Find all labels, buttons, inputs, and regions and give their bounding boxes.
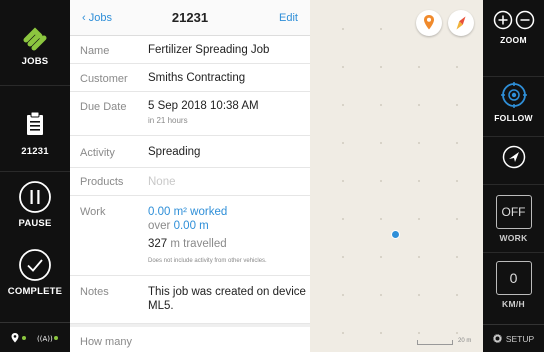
work-label: Work [80, 206, 106, 218]
zoom-in-icon[interactable] [493, 10, 513, 30]
work-over-prefix: over [148, 220, 174, 232]
activity-value: Spreading [148, 146, 201, 158]
products-row: Products None [70, 168, 310, 196]
gps-pin-icon [11, 332, 26, 342]
follow-button[interactable]: FOLLOW [483, 76, 544, 132]
map-view[interactable]: 20 m [310, 0, 483, 352]
activity-label: Activity [80, 147, 115, 159]
activity-row: Activity Spreading [70, 136, 310, 168]
scale-label: 20 m [458, 338, 472, 344]
work-travel-value: 327 [148, 238, 168, 250]
svg-text:((A)): ((A)) [37, 335, 53, 343]
work-toggle[interactable]: OFF WORK [483, 184, 544, 252]
pause-button[interactable]: PAUSE [0, 180, 70, 229]
current-job-button[interactable]: 21231 [0, 86, 70, 172]
zoom-label: ZOOM [500, 35, 527, 45]
work-travel-suffix: m travelled [167, 238, 227, 250]
work-over-line: over 0.00 m [148, 220, 209, 232]
pause-label: PAUSE [18, 218, 52, 229]
complete-label: COMPLETE [7, 286, 63, 297]
work-toggle-label: WORK [499, 233, 528, 243]
section-divider [70, 324, 310, 327]
zoom-out-icon[interactable] [515, 10, 535, 30]
products-label: Products [80, 176, 124, 188]
name-value: Fertilizer Spreading Job [148, 44, 270, 56]
due-date-relative: in 21 hours [148, 116, 188, 125]
follow-label: FOLLOW [494, 113, 533, 123]
work-row: Work 0.00 m² worked over 0.00 m 327 m tr… [70, 196, 310, 276]
work-travel-line: 327 m travelled [148, 238, 227, 250]
due-date-value: 5 Sep 2018 10:38 AM [148, 100, 259, 112]
edit-button[interactable]: Edit [279, 12, 298, 24]
speed-value-box: 0 [495, 261, 532, 295]
notes-value: This job was created on device ML5. [148, 286, 306, 312]
work-over-value: 0.00 m [173, 220, 209, 232]
work-status-box: OFF [495, 195, 532, 229]
zoom-controls: ZOOM [483, 10, 544, 45]
notes-row: Notes This job was created on device ML5… [70, 276, 310, 324]
work-area-value: 0.00 m² worked [148, 206, 228, 218]
setup-label: SETUP [505, 333, 535, 344]
products-value: None [148, 176, 176, 188]
check-circle-icon [19, 249, 51, 281]
location-pin-icon [424, 15, 434, 30]
map-marker-button[interactable] [416, 10, 442, 36]
jobs-label: JOBS [21, 56, 49, 67]
name-row: Name Fertilizer Spreading Job [70, 36, 310, 64]
customer-row: Customer Smiths Contracting [70, 64, 310, 92]
job-title: 21231 [171, 10, 209, 25]
compass-button[interactable] [448, 10, 474, 36]
job-number-label: 21231 [21, 146, 49, 157]
job-detail-panel: ‹ Jobs 21231 Edit Name Fertilizer Spread… [70, 0, 310, 352]
orientation-button[interactable] [483, 136, 544, 182]
signal-icon: ((A)) [37, 335, 58, 343]
left-sidebar: JOBS 21231 PAUSE COMPLETE ((A)) [0, 0, 70, 352]
jobs-nav-button[interactable]: JOBS [0, 0, 70, 86]
pause-icon [19, 181, 51, 213]
work-note: Does not include activity from other veh… [148, 258, 267, 264]
speed-unit-label: KM/H [502, 299, 525, 309]
gear-icon [492, 334, 502, 343]
detail-header: ‹ Jobs 21231 Edit [70, 0, 310, 36]
complete-button[interactable]: COMPLETE [0, 248, 70, 297]
due-date-label: Due Date [80, 101, 127, 113]
customer-label: Customer [80, 73, 128, 85]
setup-button[interactable]: SETUP [483, 324, 544, 352]
name-label: Name [80, 45, 110, 57]
current-location-dot [391, 230, 400, 239]
status-bar: ((A)) [0, 322, 70, 352]
customer-value: Smiths Contracting [148, 72, 246, 84]
right-sidebar: ZOOM FOLLOW OFF WORK 0 KM/H SETUP [483, 0, 544, 352]
clipboard-icon [27, 112, 43, 135]
notes-label: Notes [80, 286, 109, 298]
scale-bar [417, 340, 453, 345]
due-date-row: Due Date 5 Sep 2018 10:38 AM in 21 hours [70, 92, 310, 136]
map-grid [310, 0, 483, 352]
app-logo-icon [23, 27, 47, 51]
compass-icon [456, 16, 466, 30]
how-many-label: How many [80, 336, 132, 348]
follow-target-icon [500, 82, 527, 108]
navigation-arrow-icon [502, 145, 525, 169]
speed-display: 0 KM/H [483, 252, 544, 324]
